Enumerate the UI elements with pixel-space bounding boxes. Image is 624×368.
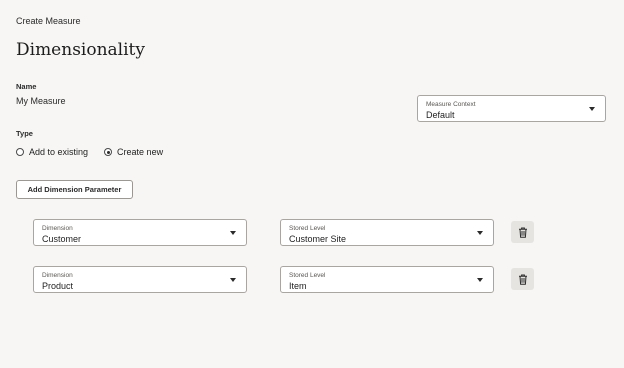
stored-level-value: Customer Site (289, 234, 347, 244)
chevron-down-icon (477, 231, 483, 235)
measure-context-value: Default (426, 110, 455, 120)
dimension-value: Product (42, 281, 74, 291)
dimension-select[interactable]: Dimension Product (33, 266, 247, 293)
radio-label: Create new (117, 147, 164, 157)
chevron-down-icon (230, 231, 236, 235)
measure-context-select[interactable]: Measure Context Default (417, 95, 606, 122)
radio-create-new[interactable]: Create new (104, 147, 163, 157)
stored-level-value: Item (289, 281, 307, 291)
trash-icon (518, 274, 527, 285)
type-label: Type (16, 129, 33, 138)
type-radio-group: Add to existing Create new (16, 146, 163, 158)
delete-dimension-button[interactable] (511, 221, 534, 243)
chevron-down-icon (477, 278, 483, 282)
radio-button[interactable] (104, 148, 113, 156)
stored-level-label: Stored Level (289, 272, 326, 279)
name-value: My Measure (16, 96, 66, 106)
dimension-value: Customer (42, 234, 82, 244)
radio-add-to-existing[interactable]: Add to existing (16, 147, 88, 157)
breadcrumb: Create Measure (16, 16, 81, 26)
add-dimension-parameter-button[interactable]: Add Dimension Parameter (16, 180, 133, 199)
delete-dimension-button[interactable] (511, 268, 534, 290)
trash-icon (518, 227, 527, 238)
stored-level-label: Stored Level (289, 225, 326, 232)
radio-button[interactable] (16, 148, 24, 156)
radio-label: Add to existing (29, 147, 89, 157)
dimension-select[interactable]: Dimension Customer (33, 219, 247, 246)
stored-level-select[interactable]: Stored Level Item (280, 266, 494, 293)
dimension-label: Dimension (42, 225, 73, 232)
chevron-down-icon (589, 107, 595, 111)
measure-context-label: Measure Context (426, 101, 476, 108)
dimension-label: Dimension (42, 272, 73, 279)
name-label: Name (16, 82, 37, 91)
page-title: Dimensionality (16, 40, 145, 60)
chevron-down-icon (230, 278, 236, 282)
stored-level-select[interactable]: Stored Level Customer Site (280, 219, 494, 246)
